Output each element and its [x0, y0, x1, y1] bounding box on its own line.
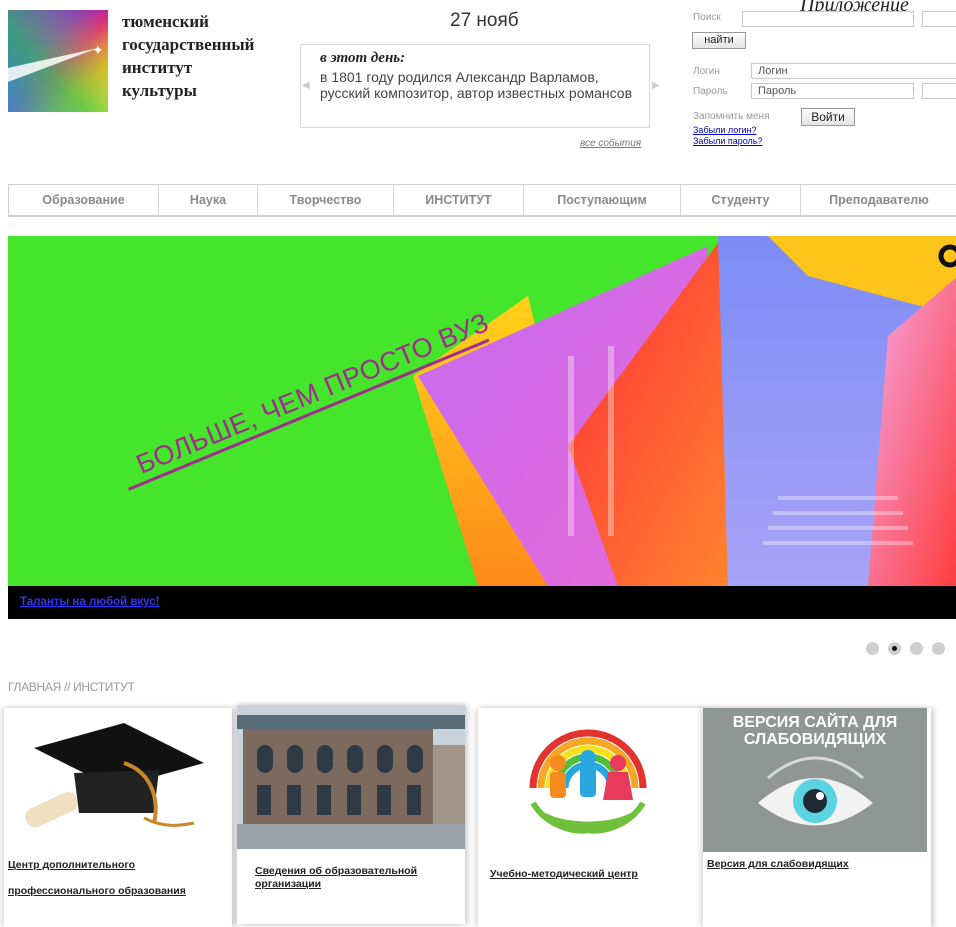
login-label: Логин [693, 66, 720, 77]
card-title[interactable]: Сведения об образовательной организации [255, 865, 475, 891]
graduation-cap-icon [4, 708, 232, 852]
banner-caption-link[interactable]: Таланты на любой вкус! [20, 596, 160, 608]
forgot-password-link[interactable]: Забыли пароль? [693, 136, 762, 146]
event-date: 27 нояб [450, 10, 519, 31]
event-heading: в этот день: [320, 50, 406, 66]
institute-name-line: культуры [122, 81, 197, 100]
slider-dot[interactable] [910, 642, 923, 655]
event-next-arrow-icon[interactable]: ▶ [652, 80, 660, 91]
nav-item-science[interactable]: Наука [159, 185, 258, 215]
institute-name: тюменский государственный институт культ… [122, 10, 254, 102]
logo-image: ✦ [8, 10, 108, 112]
search-arrow-icon: › [912, 11, 915, 21]
children-rainbow-icon [478, 708, 706, 852]
slider-dot[interactable] [932, 642, 945, 655]
event-prev-arrow-icon[interactable]: ◀ [302, 80, 310, 91]
nav-item-institute[interactable]: ИНСТИТУТ [394, 185, 524, 215]
password-arrow-icon: › [912, 83, 915, 93]
card-title[interactable]: Версия для слабовидящих [707, 858, 927, 871]
nav-item-teachers[interactable]: Преподавателю [801, 185, 956, 215]
nav-item-education[interactable]: Образование [9, 185, 159, 215]
search-input-extension[interactable] [922, 11, 956, 27]
card-title[interactable]: Учебно-методический центр [490, 868, 710, 881]
search-input[interactable] [742, 11, 914, 27]
slider-dot[interactable] [866, 642, 879, 655]
search-button[interactable]: найти [692, 32, 746, 49]
banner-collage-image [413, 236, 956, 586]
forgot-login-link[interactable]: Забыли логин? [693, 125, 757, 135]
card-methodical-center[interactable]: Учебно-методический центр [478, 708, 706, 927]
event-text: в 1801 году родился Александр Варламов, … [320, 69, 633, 101]
all-events-link[interactable]: все события [580, 138, 641, 149]
low-vision-banner-text: ВЕРСИЯ САЙТА ДЛЯ СЛАБОВИДЯЩИХ [732, 714, 898, 748]
login-button[interactable]: Войти [801, 108, 855, 126]
institute-logo[interactable]: ✦ [8, 10, 108, 112]
nav-item-students[interactable]: Студенту [681, 185, 801, 215]
card-low-vision[interactable]: ВЕРСИЯ САЙТА ДЛЯ СЛАБОВИДЯЩИХ Версия для… [703, 708, 931, 927]
institute-name-line: тюменский [122, 12, 209, 31]
search-label: Поиск [693, 12, 721, 23]
login-input[interactable]: Логин [751, 63, 956, 79]
password-input-extension[interactable] [922, 83, 956, 99]
building-photo [237, 705, 465, 849]
password-label: Пароль [693, 86, 728, 97]
main-nav: Образование Наука Творчество ИНСТИТУТ По… [8, 184, 956, 217]
password-input[interactable]: Пароль [751, 83, 914, 99]
slider-dots [866, 642, 945, 655]
nav-item-applicants[interactable]: Поступающим [524, 185, 681, 215]
institute-name-line: государственный [122, 35, 255, 54]
institute-name-line: институт [122, 58, 193, 77]
remember-me-checkbox[interactable]: Запомнить меня [693, 111, 770, 122]
breadcrumb: ГЛАВНАЯ // ИНСТИТУТ [8, 680, 135, 694]
hero-banner[interactable] [8, 236, 956, 586]
slider-dot-active[interactable] [888, 642, 901, 655]
card-title[interactable]: Центр дополнительного профессионального … [8, 852, 228, 904]
nav-item-creativity[interactable]: Творчество [258, 185, 394, 215]
card-organization-info[interactable]: Сведения об образовательной организации [237, 705, 465, 924]
card-dpo[interactable]: Центр дополнительного профессионального … [4, 708, 232, 927]
svg-text:✦: ✦ [92, 43, 104, 59]
